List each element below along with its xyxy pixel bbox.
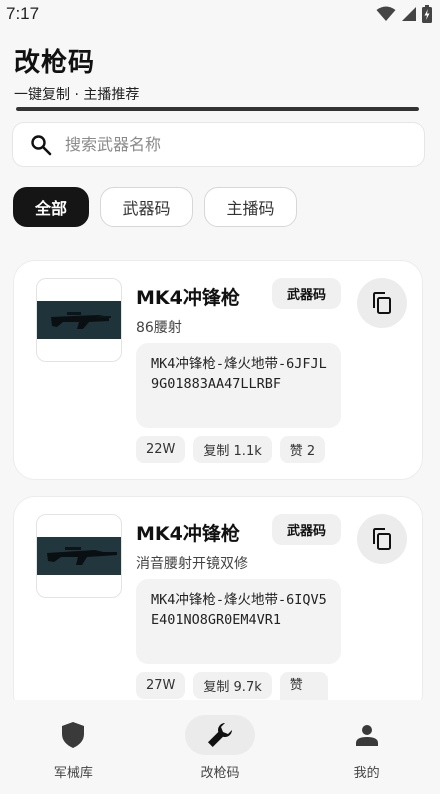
filter-chip-all[interactable]: 全部 (13, 187, 89, 227)
bottom-nav: 军械库 改枪码 我的 (0, 700, 440, 794)
type-badge: 武器码 (272, 278, 341, 309)
progress-bar (16, 107, 419, 111)
person-icon (355, 725, 378, 746)
search-box[interactable] (12, 122, 425, 167)
code-card-list[interactable]: MK4冲锋枪 武器码 86腰射 MK4冲锋枪-烽火地带-6JFJL9G01883… (0, 240, 440, 700)
views-count: 22W (136, 436, 186, 463)
copy-button[interactable] (357, 278, 407, 328)
copy-icon (373, 528, 391, 550)
wifi-icon (376, 6, 396, 21)
cell-signal-icon (402, 7, 416, 21)
status-bar: 7:17 (0, 0, 440, 28)
weapon-code[interactable]: MK4冲锋枪-烽火地带-6JFJL9G01883AA47LLRBF (136, 343, 341, 428)
nav-label: 军械库 (53, 766, 93, 781)
card-stats: 27W 复制 9.7k 赞 (136, 672, 328, 700)
nav-item-armory[interactable]: 军械库 (0, 700, 147, 794)
filter-chips: 全部 武器码 主播码 (13, 187, 297, 227)
copy-button[interactable] (357, 514, 407, 564)
wrench-icon (208, 723, 232, 747)
filter-chip-weapon-code[interactable]: 武器码 (100, 187, 193, 227)
weapon-code[interactable]: MK4冲锋枪-烽火地带-6IQV5E401NO8GR0EM4VR1 (136, 579, 341, 664)
code-card[interactable]: MK4冲锋枪 武器码 86腰射 MK4冲锋枪-烽火地带-6JFJL9G01883… (13, 260, 423, 480)
nav-item-profile[interactable]: 我的 (293, 700, 440, 794)
type-badge: 武器码 (272, 514, 341, 545)
views-count: 27W (136, 672, 186, 699)
code-card[interactable]: MK4冲锋枪 武器码 消音腰射开镜双修 MK4冲锋枪-烽火地带-6IQV5E40… (13, 496, 423, 700)
weapon-thumbnail (36, 278, 122, 362)
nav-label: 我的 (353, 766, 380, 781)
copy-count: 复制 1.1k (193, 436, 272, 463)
nav-label: 改枪码 (200, 766, 240, 781)
search-input[interactable] (65, 135, 424, 154)
like-button[interactable]: 赞 2 (279, 436, 326, 463)
card-stats: 22W 复制 1.1k 赞 2 (136, 436, 326, 463)
weapon-thumbnail (36, 514, 122, 598)
weapon-description: 86腰射 (136, 320, 182, 336)
like-button[interactable]: 赞 (279, 672, 328, 700)
nav-item-gun-codes[interactable]: 改枪码 (147, 700, 294, 794)
status-icons (376, 5, 432, 23)
weapon-name: MK4冲锋枪 (136, 523, 240, 545)
copy-icon (373, 292, 391, 314)
battery-icon (422, 5, 432, 23)
shield-icon (62, 722, 85, 748)
copy-count: 复制 9.7k (193, 672, 272, 699)
status-time: 7:17 (6, 4, 40, 23)
progress-fill (16, 107, 419, 111)
page-subtitle: 一键复制 · 主播推荐 (14, 87, 140, 103)
nav-pill (332, 715, 402, 755)
weapon-name: MK4冲锋枪 (136, 287, 240, 309)
page-header: 改枪码 一键复制 · 主播推荐 (14, 42, 139, 104)
nav-pill (185, 715, 255, 755)
weapon-description: 消音腰射开镜双修 (136, 556, 248, 572)
filter-chip-streamer-code[interactable]: 主播码 (204, 187, 297, 227)
nav-pill (38, 715, 108, 755)
search-icon (31, 134, 52, 155)
page-title: 改枪码 (14, 48, 96, 78)
